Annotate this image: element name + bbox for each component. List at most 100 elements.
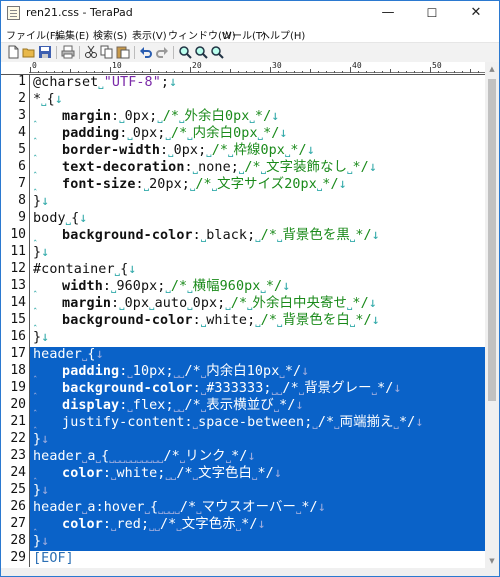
scroll-down-arrow-icon[interactable]: ▼ [485,554,499,568]
search-icon[interactable] [178,45,192,59]
ruler-tick [166,71,167,73]
print-icon[interactable] [61,45,75,59]
code-text: }↓ [33,244,49,261]
code-token: /* [211,143,229,158]
code-line[interactable]: ˰ background-color:˽white;˽/*˽背景色を白˽*/↓ [30,313,485,330]
line-number: 25 [10,482,26,497]
selected-code-line[interactable]: ˰ color:˽red;˽˽/*˽文字色赤˽*/↓ [30,517,485,534]
menu-search[interactable]: 検索(S) [93,27,127,42]
code-token: /* [244,160,261,175]
close-button[interactable]: ✕ [457,1,495,25]
code-line[interactable]: ˰ margin:˽0px˽auto˽0px;˽/*˽外余白中央寄せ˽*/↓ [30,296,485,313]
code-token: */ [290,143,307,158]
code-line[interactable]: #container˽{↓ [30,262,485,279]
copy-icon[interactable] [100,45,114,59]
paste-icon[interactable] [116,45,130,59]
maximize-button[interactable]: ☐ [413,1,451,25]
line-number: 27 [10,516,26,531]
code-token: none [198,160,231,175]
selected-code-line[interactable]: header˽a:hover˽{˽˽˽˽/*˽マウスオーバー˽*/↓ [30,500,485,517]
ruler-tick [310,69,311,73]
code-line[interactable]: *˽{↓ [30,92,485,109]
code-line[interactable]: ˰ padding:˽0px;˽/*˽内余白0px˽*/↓ [30,126,485,143]
code-token: ↓ [41,483,50,498]
menu-view[interactable]: 表示(V) [132,27,167,42]
code-token: ↓ [54,92,63,107]
selected-code-line[interactable]: ˰ display:˽flex;˽˽/*˽表示横並び˽*/↓ [30,398,485,415]
code-token: justify-content [62,415,185,430]
new-file-icon[interactable] [6,45,20,59]
selected-code-line[interactable]: }↓ [30,483,485,500]
scrollbar-thumb[interactable] [488,79,496,401]
code-token: ˰ [33,109,63,124]
vertical-scrollbar[interactable]: ▲ ▼ [485,62,499,568]
ruler-tick [70,69,71,73]
code-line[interactable]: [EOF] [30,551,485,567]
ruler-tick [358,71,359,73]
search-next-icon[interactable] [194,45,208,59]
code-token: 0px [173,143,199,158]
minimize-button[interactable]: — [369,1,407,25]
code-token: font-size [62,177,136,192]
code-token: */ [241,517,258,532]
code-text: ˰ margin:˽0px˽auto˽0px;˽/*˽外余白中央寄せ˽*/↓ [33,295,377,312]
code-text: ˰ width:˽960px;˽/*˽横幅960px˽*/↓ [33,278,290,295]
code-text: ˰ background-color:˽black;˽/*˽背景色を黒˽*/↓ [33,227,380,244]
code-line[interactable]: body˽{↓ [30,211,485,228]
save-icon[interactable] [38,45,52,59]
code-line[interactable]: ˰ font-size:˽20px;˽/*˽文字サイズ20px˽*/↓ [30,177,485,194]
cut-icon[interactable] [84,45,98,59]
code-line[interactable]: ˰ border-width:˽0px;˽/*˽枠線0px˽*/↓ [30,143,485,160]
code-line[interactable]: }↓ [30,330,485,347]
menu-file[interactable]: ファイル(F) [6,27,60,42]
selected-code-line[interactable]: ˰ padding:˽10px;˽˽/*˽内余白10px˽*/↓ [30,364,485,381]
code-text: ˰ background-color:˽white;˽/*˽背景色を白˽*/↓ [33,312,380,329]
code-text: body˽{↓ [33,210,87,227]
code-token: color [62,466,103,481]
code-token: 両端揃え [339,415,394,430]
code-line[interactable]: ˰ background-color:˽black;˽/*˽背景色を黒˽*/↓ [30,228,485,245]
code-token: : [102,517,112,532]
code-token: padding [62,126,120,141]
selected-code-line[interactable]: }↓ [30,534,485,551]
code-token: 文字装飾なし [266,160,348,175]
menu-help[interactable]: ヘルプ(H) [260,27,305,42]
search-prev-icon[interactable] [210,45,224,59]
code-line[interactable]: }↓ [30,194,485,211]
line-number: 20 [10,397,26,412]
code-line[interactable]: ˰ width:˽960px;˽/*˽横幅960px˽*/↓ [30,279,485,296]
toolbar-separator [79,46,80,59]
code-text: }↓ [33,193,49,210]
line-number: 18 [10,363,26,378]
code-line[interactable]: @charset˽"UTF-8";↓ [30,75,485,92]
code-text: ˰ padding:˽10px;˽˽/*˽内余白10px˽*/↓ [33,363,309,380]
selected-code-line[interactable]: header˽{↓ [30,347,485,364]
code-token: ; [230,160,239,175]
title-bar[interactable]: ren21.css - TeraPad — ☐ ✕ [1,1,499,25]
code-token: ; [165,398,174,413]
ruler-tick [30,67,31,73]
undo-icon[interactable] [139,45,153,59]
menu-edit[interactable]: 編集(E) [55,27,89,42]
ruler-mark: 30 [272,62,282,70]
code-token: ; [247,313,256,328]
code-token: ↓ [271,109,280,124]
code-text: ˰ display:˽flex;˽˽/*˽表示横並び˽*/↓ [33,397,304,414]
ruler-tick [294,71,295,73]
redo-icon[interactable] [155,45,169,59]
selected-code-line[interactable]: ˰ justify-content:˽space-between;˽/*˽両端揃… [30,415,485,432]
ruler-tick [38,71,39,73]
scroll-up-arrow-icon[interactable]: ▲ [485,62,499,76]
selected-code-line[interactable]: ˰ background-color:˽#333333;˽˽/*˽背景グレー˽*… [30,381,485,398]
code-token: /* [184,364,201,379]
selected-code-line[interactable]: }↓ [30,432,485,449]
text-editor[interactable]: @charset˽"UTF-8";↓ *˽{↓ ˰ margin:˽0px;˽/*˽… [30,75,485,567]
ruler-tick [398,71,399,73]
open-folder-icon[interactable] [22,45,36,59]
selected-code-line[interactable]: ˰ color:˽white;˽˽/*˽文字色白˽*/↓ [30,466,485,483]
code-line[interactable]: ˰ text-decoration:˽none;˽/*˽文字装飾なし˽*/↓ [30,160,485,177]
code-line[interactable]: }↓ [30,245,485,262]
code-token: /* [163,449,180,464]
code-line[interactable]: ˰ margin:˽0px;˽/*˽外余白0px˽*/↓ [30,109,485,126]
selected-code-line[interactable]: header˽a˽{˽˽˽˽˽˽˽˽˽˽/*˽リンク˽*/↓ [30,449,485,466]
